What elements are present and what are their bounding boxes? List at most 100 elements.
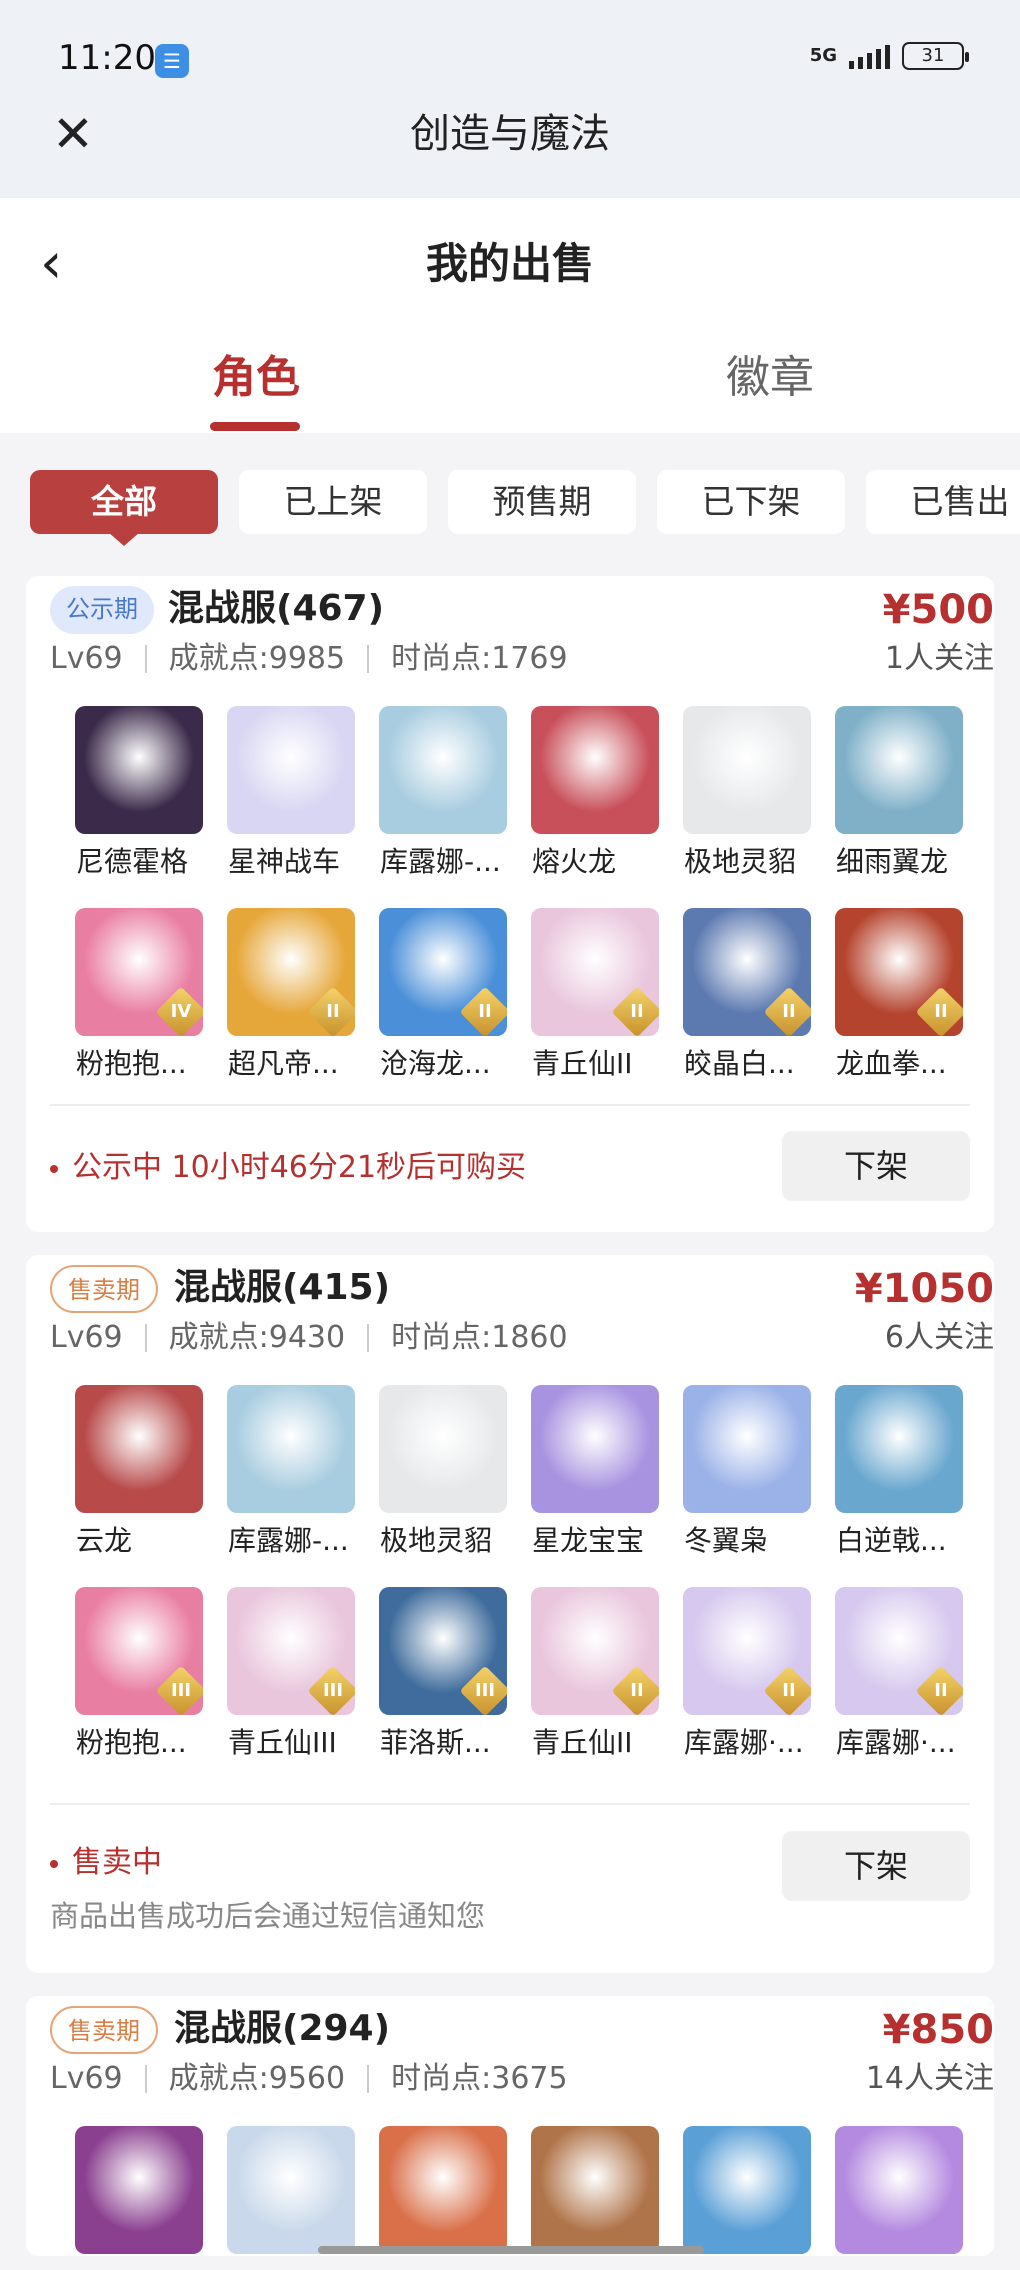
pet-item[interactable]: 极地灵貂 <box>354 1385 507 1561</box>
divider <box>50 1104 970 1106</box>
listing-status: 公示中 10小时46分21秒后可购买 <box>50 1146 526 1190</box>
pet-item[interactable]: 细雨翼龙 <box>810 706 963 882</box>
home-indicator[interactable] <box>318 2246 704 2254</box>
pet-item[interactable]: II 沧海龙... <box>354 908 507 1084</box>
pet-row: 云龙 库露娜-... 极地灵貂 星龙宝宝 冬翼枭 白逆戟... <box>50 1385 994 1561</box>
pet-item[interactable] <box>354 2126 507 2254</box>
pet-thumbnail <box>227 2126 355 2254</box>
page-title: 我的出售 <box>425 239 594 288</box>
server-name: 混战服(415) <box>174 1267 391 1308</box>
level: Lv69 <box>50 2061 123 2096</box>
pet-item[interactable]: II 青丘仙II <box>506 1587 659 1763</box>
pet-name: 冬翼枭 <box>684 1524 769 1557</box>
pet-item[interactable] <box>506 2126 659 2254</box>
filter-delisted[interactable]: 已下架 <box>657 470 845 534</box>
pet-thumbnail <box>531 1385 659 1513</box>
listing-card[interactable]: 售卖期 混战服(415) ¥1050 6人关注 Lv69 成就点:9430 时尚… <box>26 1255 994 1973</box>
achievement-points: 成就点:9430 <box>168 1320 346 1355</box>
pet-item[interactable]: 熔火龙 <box>506 706 659 882</box>
pet-thumbnail <box>683 2126 811 2254</box>
pet-item[interactable]: 冬翼枭 <box>658 1385 811 1561</box>
pet-name: 皎晶白... <box>684 1047 795 1080</box>
pet-name: 细雨翼龙 <box>836 845 949 878</box>
mini-program-bar: ✕ 创造与魔法 <box>0 109 1020 198</box>
filter-presale[interactable]: 预售期 <box>448 470 636 534</box>
pet-name: 库露娜-... <box>380 845 501 878</box>
battery-icon: 31 <box>902 42 969 70</box>
pet-item[interactable]: II 皎晶白... <box>658 908 811 1084</box>
pet-thumbnail: II <box>683 908 811 1036</box>
pet-item[interactable] <box>50 2126 203 2254</box>
pet-thumbnail: II <box>835 1587 963 1715</box>
sms-notice: 商品出售成功后会通过短信通知您 <box>50 1899 486 1933</box>
tab-badge[interactable]: 徽章 <box>726 348 814 408</box>
pet-item[interactable]: 库露娜-... <box>354 706 507 882</box>
tier-label: III <box>170 1680 192 1701</box>
tab-role[interactable]: 角色 <box>212 348 300 408</box>
tier-label: II <box>630 1680 644 1701</box>
pet-item[interactable]: II 超凡帝... <box>202 908 355 1084</box>
follower-count: 14人关注 <box>865 2061 994 2096</box>
pet-name: 菲洛斯... <box>380 1726 491 1759</box>
stats-line: Lv69 成就点:9985 时尚点:1769 <box>50 638 568 680</box>
pet-thumbnail: II <box>379 908 507 1036</box>
mini-program-title: 创造与魔法 <box>410 111 610 157</box>
pet-item[interactable]: II 青丘仙II <box>506 908 659 1084</box>
pet-item[interactable]: III 粉抱抱... <box>50 1587 203 1763</box>
pet-name: 青丘仙III <box>228 1726 337 1759</box>
pet-item[interactable]: 极地灵貂 <box>658 706 811 882</box>
listing-status: 售卖中 <box>50 1841 162 1885</box>
pet-thumbnail <box>531 706 659 834</box>
pet-item[interactable]: 星龙宝宝 <box>506 1385 659 1561</box>
pet-thumbnail <box>75 1385 203 1513</box>
pet-item[interactable] <box>658 2126 811 2254</box>
pet-item[interactable]: II 库露娜·... <box>658 1587 811 1763</box>
filter-all[interactable]: 全部 <box>30 470 218 546</box>
pet-item[interactable]: II 库露娜·... <box>810 1587 963 1763</box>
server-name: 混战服(467) <box>168 588 385 629</box>
tier-label: IV <box>170 1001 192 1022</box>
listing-card[interactable]: 公示期 混战服(467) ¥500 1人关注 Lv69 成就点:9985 时尚点… <box>26 576 994 1232</box>
pet-name: 青丘仙II <box>532 1047 633 1080</box>
pet-thumbnail <box>531 2126 659 2254</box>
pet-item[interactable]: 云龙 <box>50 1385 203 1561</box>
pet-thumbnail <box>835 2126 963 2254</box>
pet-name: 粉抱抱... <box>76 1047 187 1080</box>
pet-item[interactable]: 尼德霍格 <box>50 706 203 882</box>
level: Lv69 <box>50 641 123 676</box>
pet-item[interactable]: 白逆戟... <box>810 1385 963 1561</box>
delist-button[interactable]: 下架 <box>782 1131 970 1201</box>
pet-item[interactable]: III 青丘仙III <box>202 1587 355 1763</box>
pet-thumbnail: II <box>531 908 659 1036</box>
signal-icon <box>849 43 890 69</box>
pet-thumbnail <box>227 1385 355 1513</box>
status-indicators: 5G 31 <box>810 42 969 70</box>
pet-thumbnail <box>227 706 355 834</box>
pet-item[interactable]: IV 粉抱抱... <box>50 908 203 1084</box>
pet-thumbnail: III <box>75 1587 203 1715</box>
pet-thumbnail <box>75 706 203 834</box>
delist-button[interactable]: 下架 <box>782 1831 970 1901</box>
filter-listed[interactable]: 已上架 <box>239 470 427 534</box>
pet-item[interactable] <box>202 2126 355 2254</box>
price: ¥850 <box>882 2007 994 2053</box>
pet-item[interactable] <box>810 2126 963 2254</box>
tier-badge-icon: II <box>611 1665 659 1715</box>
tier-label: II <box>478 1001 492 1022</box>
tier-badge-icon: IV <box>155 986 203 1036</box>
phase-badge: 公示期 <box>50 586 154 634</box>
pet-item[interactable]: III 菲洛斯... <box>354 1587 507 1763</box>
pet-item[interactable]: 星神战车 <box>202 706 355 882</box>
listing-card[interactable]: 售卖期 混战服(294) ¥850 14人关注 Lv69 成就点:9560 时尚… <box>26 1996 994 2256</box>
pet-thumbnail: III <box>379 1587 507 1715</box>
pet-name: 库露娜·... <box>684 1726 804 1759</box>
filter-sold[interactable]: 已售出 <box>866 470 1020 534</box>
pet-item[interactable]: II 龙血拳... <box>810 908 963 1084</box>
pet-item[interactable]: 库露娜-... <box>202 1385 355 1561</box>
follower-count: 6人关注 <box>884 1320 994 1355</box>
pet-name: 白逆戟... <box>836 1524 947 1557</box>
tier-badge-icon: II <box>307 986 355 1036</box>
fashion-points: 时尚点:1769 <box>391 641 568 676</box>
stats-line: Lv69 成就点:9560 时尚点:3675 <box>50 2058 568 2100</box>
tier-label: II <box>934 1001 948 1022</box>
